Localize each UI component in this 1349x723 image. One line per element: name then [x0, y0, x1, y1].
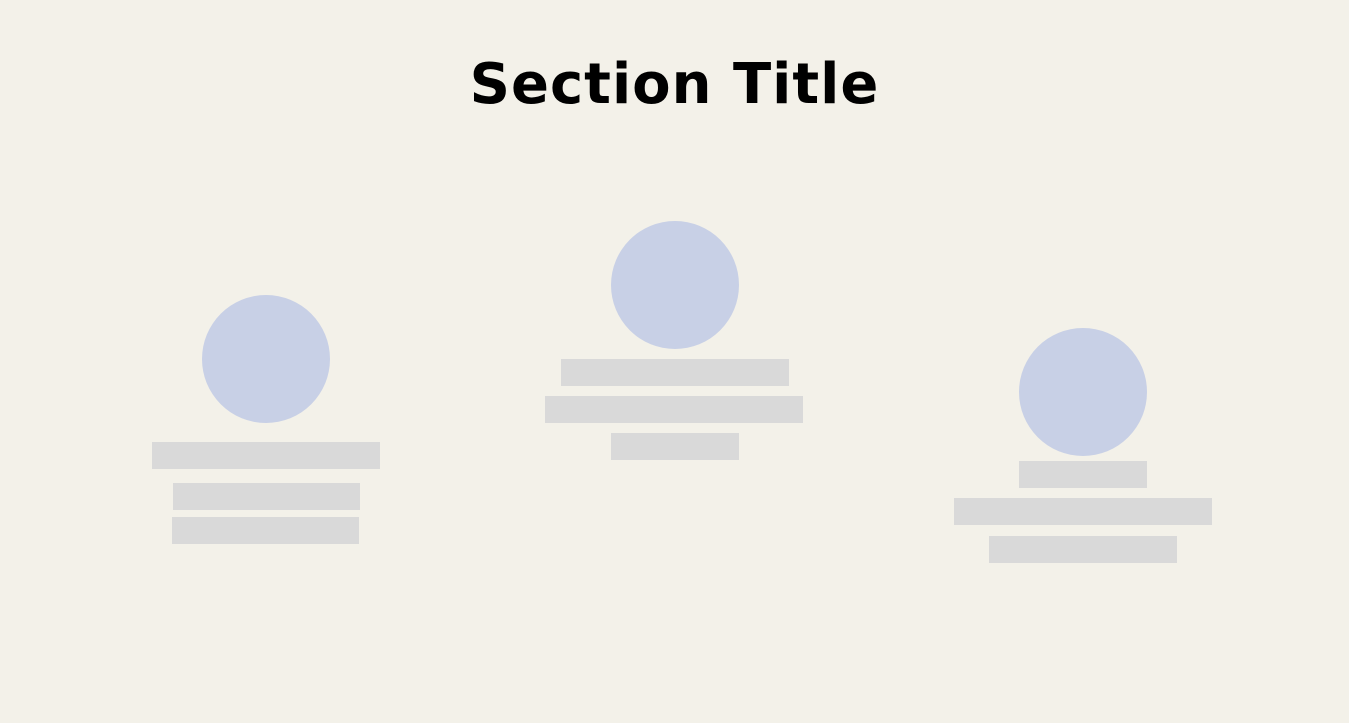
text-line-placeholder: [545, 396, 803, 423]
text-line-placeholder: [954, 498, 1212, 525]
avatar-placeholder: [1019, 328, 1147, 456]
section-title: Section Title: [469, 52, 880, 117]
avatar-placeholder: [611, 221, 739, 349]
text-line-placeholder: [152, 442, 380, 469]
text-line-placeholder: [611, 433, 739, 460]
text-line-placeholder: [989, 536, 1177, 563]
text-line-placeholder: [561, 359, 789, 386]
text-line-placeholder: [173, 483, 360, 510]
text-line-placeholder: [1019, 461, 1147, 488]
text-line-placeholder: [172, 517, 359, 544]
avatar-placeholder: [202, 295, 330, 423]
